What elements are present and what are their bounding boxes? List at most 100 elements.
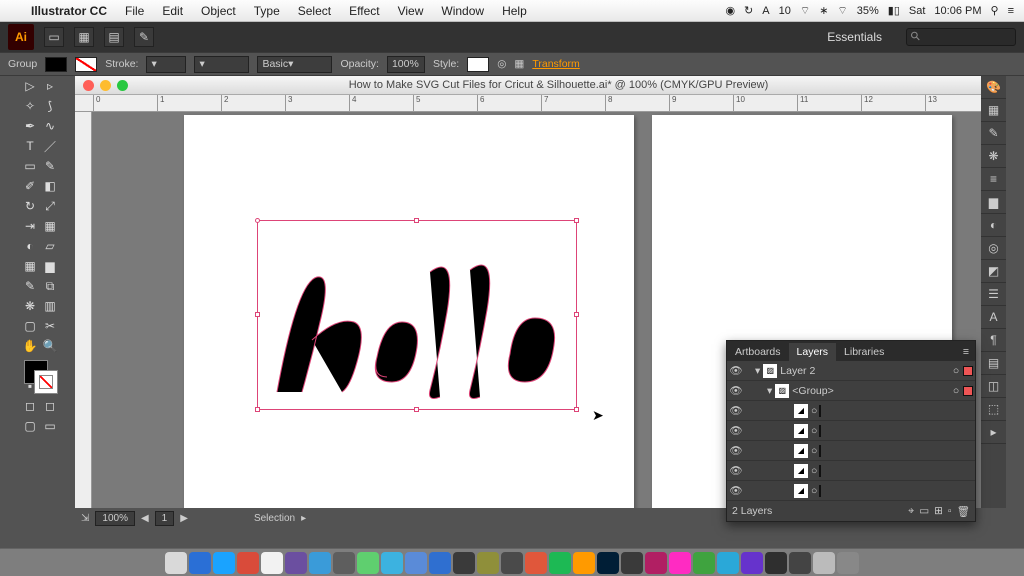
visibility-icon[interactable]: 👁 <box>727 464 745 477</box>
tab-libraries[interactable]: Libraries <box>836 343 892 361</box>
new-sublayer-icon[interactable]: ⊞ <box>934 505 943 518</box>
mac-dock[interactable] <box>0 548 1024 576</box>
width-tool[interactable]: ⇥ <box>20 216 40 236</box>
style-swatch[interactable] <box>467 57 489 72</box>
stock-button[interactable]: ▤ <box>104 27 124 47</box>
dock-app[interactable] <box>189 552 211 574</box>
hand-tool[interactable]: ✋ <box>20 336 40 356</box>
profile-dd[interactable]: Basic ▾ <box>257 56 332 73</box>
dock-app[interactable] <box>405 552 427 574</box>
dock-app[interactable] <box>213 552 235 574</box>
type-tool[interactable]: T <box>20 136 40 156</box>
locate-layer-icon[interactable]: ⌖ <box>908 505 914 518</box>
dock-app[interactable] <box>477 552 499 574</box>
visibility-icon[interactable]: 👁 <box>727 424 745 437</box>
dock-app[interactable] <box>501 552 523 574</box>
visibility-icon[interactable]: 👁 <box>727 484 745 497</box>
symbol-tool[interactable]: ❋ <box>20 296 40 316</box>
layer-row[interactable]: 👁 ▾▨Layer 2 ○ <box>727 361 975 381</box>
dock-app[interactable] <box>525 552 547 574</box>
path-row[interactable]: 👁◢○ <box>727 421 975 441</box>
opacity-input[interactable]: 100% <box>387 56 425 73</box>
visibility-icon[interactable]: 👁 <box>727 384 745 397</box>
magic-wand-tool[interactable]: ✧ <box>20 96 40 116</box>
artboard-tool[interactable]: ▢ <box>20 316 40 336</box>
align-panel-icon[interactable]: ▤ <box>981 352 1006 375</box>
dock-app[interactable] <box>573 552 595 574</box>
ruler-vertical[interactable] <box>75 112 92 508</box>
dock-app[interactable] <box>549 552 571 574</box>
dock-app[interactable] <box>765 552 787 574</box>
slice-tool[interactable]: ✂ <box>40 316 60 336</box>
tab-layers[interactable]: Layers <box>789 343 837 361</box>
swatches-panel-icon[interactable]: ▦ <box>981 99 1006 122</box>
dock-app[interactable] <box>333 552 355 574</box>
curvature-tool[interactable]: ∿ <box>40 116 60 136</box>
dock-app[interactable] <box>669 552 691 574</box>
free-transform-tool[interactable]: ▦ <box>40 216 60 236</box>
align-icon[interactable]: ▦ <box>514 58 524 70</box>
path-row[interactable]: 👁◢○ <box>727 461 975 481</box>
status-cc-icon[interactable]: A <box>762 5 769 17</box>
visibility-icon[interactable]: 👁 <box>727 364 745 377</box>
app-menu[interactable]: Illustrator CC <box>22 4 116 18</box>
make-clip-icon[interactable]: ▭ <box>919 505 929 518</box>
graphic-styles-icon[interactable]: ◩ <box>981 260 1006 283</box>
dock-app[interactable] <box>357 552 379 574</box>
zoom-tool[interactable]: 🔍 <box>40 336 60 356</box>
bridge-button[interactable]: ▭ <box>44 27 64 47</box>
dock-app[interactable] <box>813 552 835 574</box>
status-notif-count[interactable]: 10 <box>779 5 791 17</box>
menu-edit[interactable]: Edit <box>153 4 192 18</box>
artboard-number[interactable]: 1 <box>155 511 175 526</box>
appearance-panel-icon[interactable]: ◎ <box>981 237 1006 260</box>
artboard-next[interactable]: ▶ <box>180 513 188 524</box>
brushes-panel-icon[interactable]: ✎ <box>981 122 1006 145</box>
menu-icon[interactable]: ≡ <box>1008 5 1014 17</box>
menu-effect[interactable]: Effect <box>340 4 388 18</box>
scale-tool[interactable]: ⤢ <box>40 196 60 216</box>
selection-bounds[interactable] <box>257 220 577 410</box>
dock-app[interactable] <box>741 552 763 574</box>
menu-help[interactable]: Help <box>493 4 536 18</box>
path-row[interactable]: 👁◢○ <box>727 481 975 501</box>
lasso-tool[interactable]: ⟆ <box>40 96 60 116</box>
recolor-icon[interactable]: ◎ <box>497 58 506 70</box>
shape-builder-tool[interactable]: ◐ <box>20 236 40 256</box>
dock-app[interactable] <box>309 552 331 574</box>
workspace-switcher[interactable]: Essentials <box>813 30 896 44</box>
brush-icon[interactable]: ✎ <box>134 27 154 47</box>
pathfinder-panel-icon[interactable]: ◫ <box>981 375 1006 398</box>
pen-tool[interactable]: ✒ <box>20 116 40 136</box>
transform-link[interactable]: Transform <box>532 58 579 70</box>
stroke-swatch[interactable] <box>75 57 97 72</box>
close-window[interactable] <box>83 80 94 91</box>
dock-app[interactable] <box>645 552 667 574</box>
paragraph-panel-icon[interactable]: ¶ <box>981 329 1006 352</box>
dock-app[interactable] <box>261 552 283 574</box>
layers-panel-icon[interactable]: ☰ <box>981 283 1006 306</box>
gradient-tool[interactable]: ▆ <box>40 256 60 276</box>
eraser-tool[interactable]: ◧ <box>40 176 60 196</box>
artboard-prev[interactable]: ◀ <box>141 513 149 524</box>
new-layer-icon[interactable]: ▫ <box>948 505 952 518</box>
path-row[interactable]: 👁◢○ <box>727 441 975 461</box>
tab-artboards[interactable]: Artboards <box>727 343 789 361</box>
rotate-tool[interactable]: ↻ <box>20 196 40 216</box>
stroke-weight[interactable]: ▾ <box>146 56 186 73</box>
dock-app[interactable] <box>597 552 619 574</box>
perspective-tool[interactable]: ▱ <box>40 236 60 256</box>
menu-view[interactable]: View <box>389 4 433 18</box>
menu-select[interactable]: Select <box>289 4 340 18</box>
panel-menu-icon[interactable]: ≡ <box>957 343 975 361</box>
paintbrush-tool[interactable]: ✎ <box>40 156 60 176</box>
selection-tool[interactable]: ▷ <box>20 76 40 96</box>
visibility-icon[interactable]: 👁 <box>727 404 745 417</box>
fill-swatch[interactable] <box>45 57 67 72</box>
dock-app[interactable] <box>381 552 403 574</box>
direct-selection-tool[interactable]: ▹ <box>40 76 60 96</box>
visibility-icon[interactable]: 👁 <box>727 444 745 457</box>
status-arrow[interactable]: ▸ <box>301 513 306 524</box>
dock-app[interactable] <box>285 552 307 574</box>
status-battery[interactable]: 35% <box>857 5 879 17</box>
